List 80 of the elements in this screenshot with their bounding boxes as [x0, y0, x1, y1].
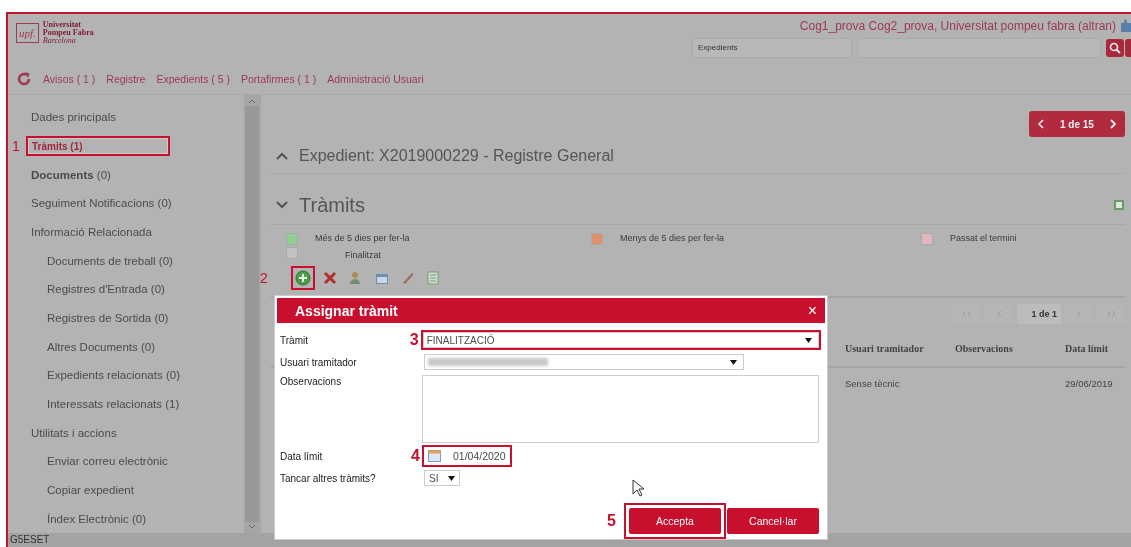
- field-label: Tràmit: [279, 334, 309, 346]
- dropdown-field[interactable]: [424, 354, 744, 370]
- chevron-left-icon: [996, 310, 1002, 318]
- next-icon[interactable]: [1109, 119, 1117, 129]
- sidebar-item[interactable]: Dades principals: [28, 109, 119, 126]
- field-label: Data límit: [279, 450, 324, 462]
- nav-link[interactable]: Expedients ( 5 ): [156, 73, 230, 85]
- sidebar-item[interactable]: Informació Relacionada: [28, 224, 155, 240]
- section-title: Expedient: X2019000229 - Registre General: [299, 147, 614, 165]
- field-label: Usuari tramitador: [279, 356, 358, 368]
- sidebar-item[interactable]: Documents (0): [28, 166, 114, 183]
- cursor-icon: [632, 479, 644, 497]
- sidebar-item[interactable]: Enviar correu electrònic: [44, 453, 171, 470]
- scrollbar[interactable]: [244, 95, 260, 533]
- sidebar-item[interactable]: Tràmits (1): [28, 138, 168, 154]
- table-cell-text: 29/06/2019: [1065, 377, 1114, 389]
- sidebar-item[interactable]: Utilitats i accions: [28, 424, 120, 441]
- sidebar-item[interactable]: Índex Electrònic (0): [44, 510, 150, 527]
- nav-link[interactable]: Registre: [106, 73, 146, 85]
- dropdown-arrow-icon: [805, 337, 812, 343]
- callout-number: 1: [12, 138, 20, 154]
- sidebar-item[interactable]: Altres Documents (0): [44, 338, 158, 355]
- column-header[interactable]: Data límit: [1065, 342, 1123, 354]
- field-label: Tancar altres tràmits?: [279, 472, 377, 484]
- dropdown-field[interactable]: SI: [424, 470, 460, 486]
- chevron-right-icon: [1076, 310, 1082, 318]
- scroll-down-icon[interactable]: [248, 524, 256, 530]
- callout-number: 4: [411, 447, 420, 465]
- sidebar-item[interactable]: Registres de Sortida (0): [44, 310, 172, 327]
- user-icon[interactable]: [349, 271, 363, 285]
- table-cell-text: Sense tècnic: [845, 377, 901, 389]
- sidebar-item[interactable]: Expedients relacionats (0): [44, 367, 183, 384]
- puzzle-icon[interactable]: [1119, 19, 1131, 33]
- spreadsheet-icon[interactable]: [1113, 199, 1125, 211]
- record-pager[interactable]: 1 de 15: [1029, 111, 1125, 137]
- dropdown-arrow-icon: [448, 475, 455, 481]
- dialog-button[interactable]: Cancel·lar: [727, 508, 819, 534]
- text-area[interactable]: [422, 375, 819, 443]
- legend-label: Finalitzat: [345, 250, 381, 260]
- user-name[interactable]: Cog1_prova Cog2_prova, Universitat pompeu fabra (altran): [799, 19, 1116, 33]
- page-indicator: 1 de 1: [1017, 304, 1061, 324]
- chevron-up-icon[interactable]: [275, 151, 289, 161]
- previous-icon[interactable]: [1037, 119, 1044, 129]
- scroll-up-icon[interactable]: [248, 98, 256, 104]
- search-button[interactable]: [1106, 39, 1124, 57]
- nav-link[interactable]: Portafirmes ( 1 ): [241, 73, 317, 85]
- dialog-title: Assignar tràmit: [295, 302, 398, 319]
- dialog-button[interactable]: Accepta: [629, 508, 721, 534]
- nav-link[interactable]: Avisos ( 1 ): [43, 73, 96, 85]
- sidebar-item[interactable]: Interessats relacionats (1): [44, 396, 183, 413]
- legend-label: Menys de 5 dies per fer-la: [620, 233, 725, 243]
- legend-label: Passat el termini: [950, 233, 1017, 243]
- column-header[interactable]: Observacions: [955, 342, 1065, 354]
- pen-icon[interactable]: [401, 271, 415, 285]
- chevron-down-icon[interactable]: [275, 200, 289, 210]
- callout-number: 5: [607, 512, 616, 530]
- nav-link[interactable]: Administració Usuari: [327, 73, 424, 85]
- sidebar-item[interactable]: Seguiment Notificacions (0): [28, 195, 175, 212]
- date-field[interactable]: 01/04/2020: [424, 447, 510, 465]
- dropdown-arrow-icon: [730, 359, 737, 365]
- sidebar-item[interactable]: Registres d'Entrada (0): [44, 281, 168, 298]
- sidebar-item[interactable]: Documents de treball (0): [44, 252, 176, 269]
- refresh-icon[interactable]: [16, 71, 32, 87]
- callout-number: 3: [409, 331, 419, 349]
- dropdown-field[interactable]: FINALITZACIÓ: [422, 332, 819, 348]
- sidebar-item[interactable]: Copiar expedient: [44, 482, 137, 499]
- search-scope-field[interactable]: Expedients: [692, 38, 852, 58]
- column-header[interactable]: Usuari tramitador: [845, 342, 955, 354]
- close-button[interactable]: ×: [807, 301, 817, 320]
- status-text: G5ESET: [10, 534, 50, 545]
- list-icon[interactable]: [427, 271, 439, 285]
- delete-icon[interactable]: [323, 271, 337, 285]
- callout-number: 2: [260, 270, 268, 286]
- calendar-icon[interactable]: [375, 271, 389, 285]
- double-chevron-right-icon: [1105, 310, 1117, 318]
- double-chevron-left-icon: [961, 310, 973, 318]
- section-title: Tràmits: [299, 193, 365, 217]
- legend-label: Més de 5 dies per fer-la: [315, 233, 410, 243]
- calendar-icon[interactable]: [428, 450, 441, 462]
- field-label: Observacions: [279, 375, 343, 387]
